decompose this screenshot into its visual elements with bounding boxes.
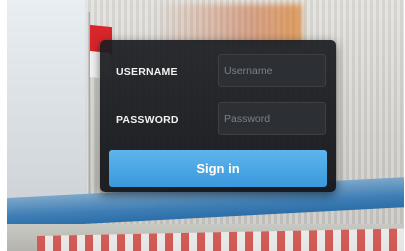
sign-in-button[interactable]: Sign in: [109, 150, 327, 187]
password-input[interactable]: [218, 102, 326, 135]
username-input[interactable]: [218, 54, 326, 87]
password-label: PASSWORD: [116, 114, 179, 126]
login-panel: USERNAME PASSWORD Sign in: [100, 40, 336, 192]
username-label: USERNAME: [116, 66, 178, 78]
background-building-sign: [152, 4, 302, 44]
